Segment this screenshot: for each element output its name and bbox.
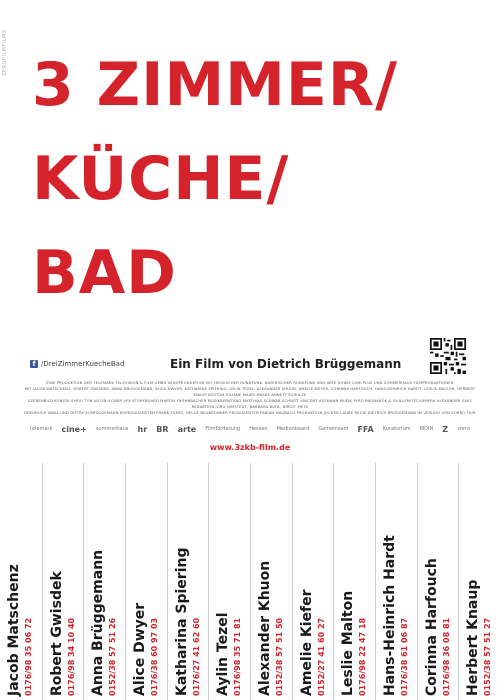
cast-name: Robert Gwisdek xyxy=(48,571,65,696)
facebook-icon: f xyxy=(30,360,38,368)
cast-phone: 0152/38 57 51 26 xyxy=(108,617,118,696)
cast-phone: 0176/38 60 97 03 xyxy=(150,617,159,696)
title-line-3: BAD xyxy=(32,238,177,308)
cast-name: Anna Brüggemann xyxy=(90,549,107,696)
tear-off-strip[interactable]: Jacob Matschenz 0176/98 35 06 72 xyxy=(0,463,42,700)
credits-line: DREHBUCH ANNA UND DIETRICH BRÜGGEMANN KO… xyxy=(24,411,476,415)
cast-name: Aylin Tezel xyxy=(215,612,232,696)
logo-br: BR xyxy=(156,424,169,434)
credits-block: EINE PRODUKTION DER TELEMARK TELEVISION … xyxy=(20,380,480,416)
cast-name: Jacob Matschenz xyxy=(6,564,22,696)
tear-off-strip[interactable]: Leslie Malton 0176/98 22 47 18 xyxy=(333,463,376,700)
logo-medienboard: Medienboard xyxy=(276,426,310,432)
logo-z: Z xyxy=(442,424,449,434)
logo-telemark: telemark xyxy=(30,426,53,432)
tear-off-strip[interactable]: Hans-Heinrich Hardt 0176/38 61 06 87 xyxy=(375,463,418,700)
credits-line: SZENENBILD KONSTA SYRIG TON JACOB ILGNER… xyxy=(28,399,472,409)
facebook-link[interactable]: f /DreiZimmerKuecheBad xyxy=(30,360,124,368)
logo-hessen: Hessen xyxy=(249,426,268,432)
cast-phone: 0176/27 41 62 60 xyxy=(191,617,201,696)
cast-phone: 0152/38 57 51 50 xyxy=(275,617,284,696)
cast-name: Hans-Heinrich Hardt xyxy=(382,535,398,696)
cast-name: Alexander Khuon xyxy=(257,560,273,696)
title-line-2: KÜCHE/ xyxy=(32,144,290,214)
tear-off-strip[interactable]: Aylin Tezel 0176/98 35 71 81 xyxy=(208,463,251,700)
cast-name: Herbert Knaup xyxy=(465,579,482,696)
cast-name: Leslie Malton xyxy=(340,590,357,696)
qr-code-icon[interactable] xyxy=(430,338,466,374)
logo-arte: arte xyxy=(177,424,197,434)
logo-kuratorium: Kuratorium xyxy=(382,426,411,432)
sponsor-logos: telemark cine+ sommerhaus hr BR arte Fil… xyxy=(30,422,470,436)
tear-off-strip[interactable]: Amelie Kiefer 0152/27 41 60 27 xyxy=(291,463,335,700)
side-label: ZEROFILMFILMS xyxy=(2,8,12,78)
cast-name: Alice Dwyer xyxy=(132,602,148,696)
tear-off-strip[interactable]: Alexander Khuon 0152/38 57 51 50 xyxy=(250,463,293,700)
film-subtitle: Ein Film von Dietrich Brüggemann xyxy=(170,357,402,371)
cast-phone: 0176/98 22 47 18 xyxy=(358,617,368,696)
tear-off-strips: Jacob Matschenz 0176/98 35 06 72 Robert Gw… xyxy=(0,463,500,700)
website-link[interactable]: www.3zkb-film.de xyxy=(0,443,500,452)
tear-off-strip[interactable]: Katharina Spiering 0176/27 41 62 60 xyxy=(166,463,210,700)
cast-phone: 0176/38 61 06 87 xyxy=(400,617,409,696)
poster-title: 3 ZIMMER/ KÜCHE/ BAD xyxy=(32,38,482,320)
cast-name: Corinna Harfouch xyxy=(423,558,440,696)
tear-off-strip[interactable]: Alice Dwyer 0176/38 60 97 03 xyxy=(125,463,168,700)
side-label-text: ZEROFILMFILMS xyxy=(2,29,8,76)
cast-name: Amelie Kiefer xyxy=(298,589,315,696)
credits-line: MIT JACOB MATSCHENZ, ROBERT GWISDEK, ANN… xyxy=(24,387,476,397)
logo-moin: MOIN xyxy=(419,426,434,432)
logo-sommerhaus: sommerhaus xyxy=(95,426,129,432)
cast-phone: 0176/98 36 08 81 xyxy=(441,617,451,696)
cast-phone: 0176/98 34 10 40 xyxy=(66,617,76,696)
logo-cineplus: cine+ xyxy=(61,424,87,434)
logo-hr: hr xyxy=(137,424,148,434)
title-line-1: 3 ZIMMER/ xyxy=(32,50,398,120)
tear-off-strip[interactable]: Corinna Harfouch 0176/98 36 08 81 xyxy=(416,463,460,700)
cast-phone: 0176/98 35 71 81 xyxy=(233,617,243,696)
cast-phone: 0152/27 41 60 27 xyxy=(316,617,326,696)
logo-gemeinsam: Gemeinsam xyxy=(318,426,349,432)
tear-off-strip[interactable]: Robert Gwisdek 0176/98 34 10 40 xyxy=(41,463,85,700)
cast-name: Katharina Spiering xyxy=(173,547,190,696)
facebook-handle: /DreiZimmerKuecheBad xyxy=(41,360,125,368)
logo-zorro: zorro xyxy=(457,426,470,432)
tear-off-strip[interactable]: Herbert Knaup 0152/38 57 51 27 xyxy=(458,463,500,700)
logo-ffa: FFA xyxy=(357,424,374,434)
cast-phone: 0152/38 57 51 27 xyxy=(483,617,493,696)
cast-phone: 0176/98 35 06 72 xyxy=(24,617,33,696)
logo-filmfoerderung: Filmförderung xyxy=(205,426,241,432)
tear-off-strip[interactable]: Anna Brüggemann 0152/38 57 51 26 xyxy=(83,463,126,700)
